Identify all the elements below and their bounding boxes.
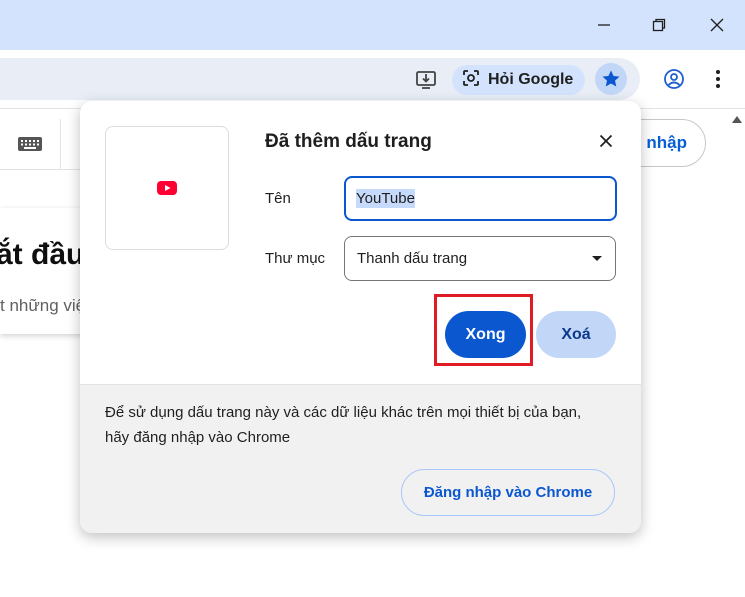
- signin-promo-text: Để sử dụng dấu trang này và các dữ liệu …: [105, 404, 582, 446]
- bookmark-thumbnail: [105, 126, 229, 250]
- folder-select[interactable]: Thanh dấu trang: [344, 236, 616, 281]
- star-icon: [602, 70, 620, 87]
- profile-icon[interactable]: [662, 67, 686, 91]
- youtube-icon: [157, 181, 177, 195]
- keyboard-icon[interactable]: [0, 119, 61, 169]
- bubble-title: Đã thêm dấu trang: [265, 131, 432, 152]
- close-bubble-icon[interactable]: [595, 130, 617, 152]
- page-subtext: t những việ: [0, 296, 86, 315]
- install-app-icon[interactable]: [414, 68, 438, 92]
- bookmark-star-button[interactable]: [595, 63, 627, 95]
- bookmark-bubble: Đã thêm dấu trang Tên YouTube Thư mục Th…: [80, 101, 641, 533]
- bookmark-name-input[interactable]: YouTube: [344, 176, 617, 221]
- lens-icon: [462, 69, 480, 92]
- scroll-up-arrow-icon[interactable]: [728, 110, 745, 127]
- restore-icon[interactable]: [646, 12, 672, 38]
- window-titlebar: [0, 0, 745, 50]
- name-label: Tên: [265, 190, 291, 207]
- ask-google-label: Hỏi Google: [488, 71, 574, 88]
- close-icon[interactable]: [704, 12, 730, 38]
- dropdown-arrow-icon: [592, 256, 602, 261]
- done-button[interactable]: Xong: [445, 311, 526, 358]
- bubble-footer: Để sử dụng dấu trang này và các dữ liệu …: [80, 384, 641, 533]
- remove-button[interactable]: Xoá: [536, 311, 616, 358]
- signin-chrome-button[interactable]: Đăng nhập vào Chrome: [401, 469, 615, 516]
- page-heading: ắt đầu: [0, 238, 85, 271]
- folder-select-value: Thanh dấu trang: [357, 250, 468, 267]
- more-menu-icon[interactable]: [708, 67, 728, 91]
- ask-google-button[interactable]: Hỏi Google: [452, 65, 585, 95]
- folder-label: Thư mục: [265, 250, 326, 267]
- minimize-icon[interactable]: [591, 12, 617, 38]
- bookmark-name-value: YouTube: [356, 189, 415, 208]
